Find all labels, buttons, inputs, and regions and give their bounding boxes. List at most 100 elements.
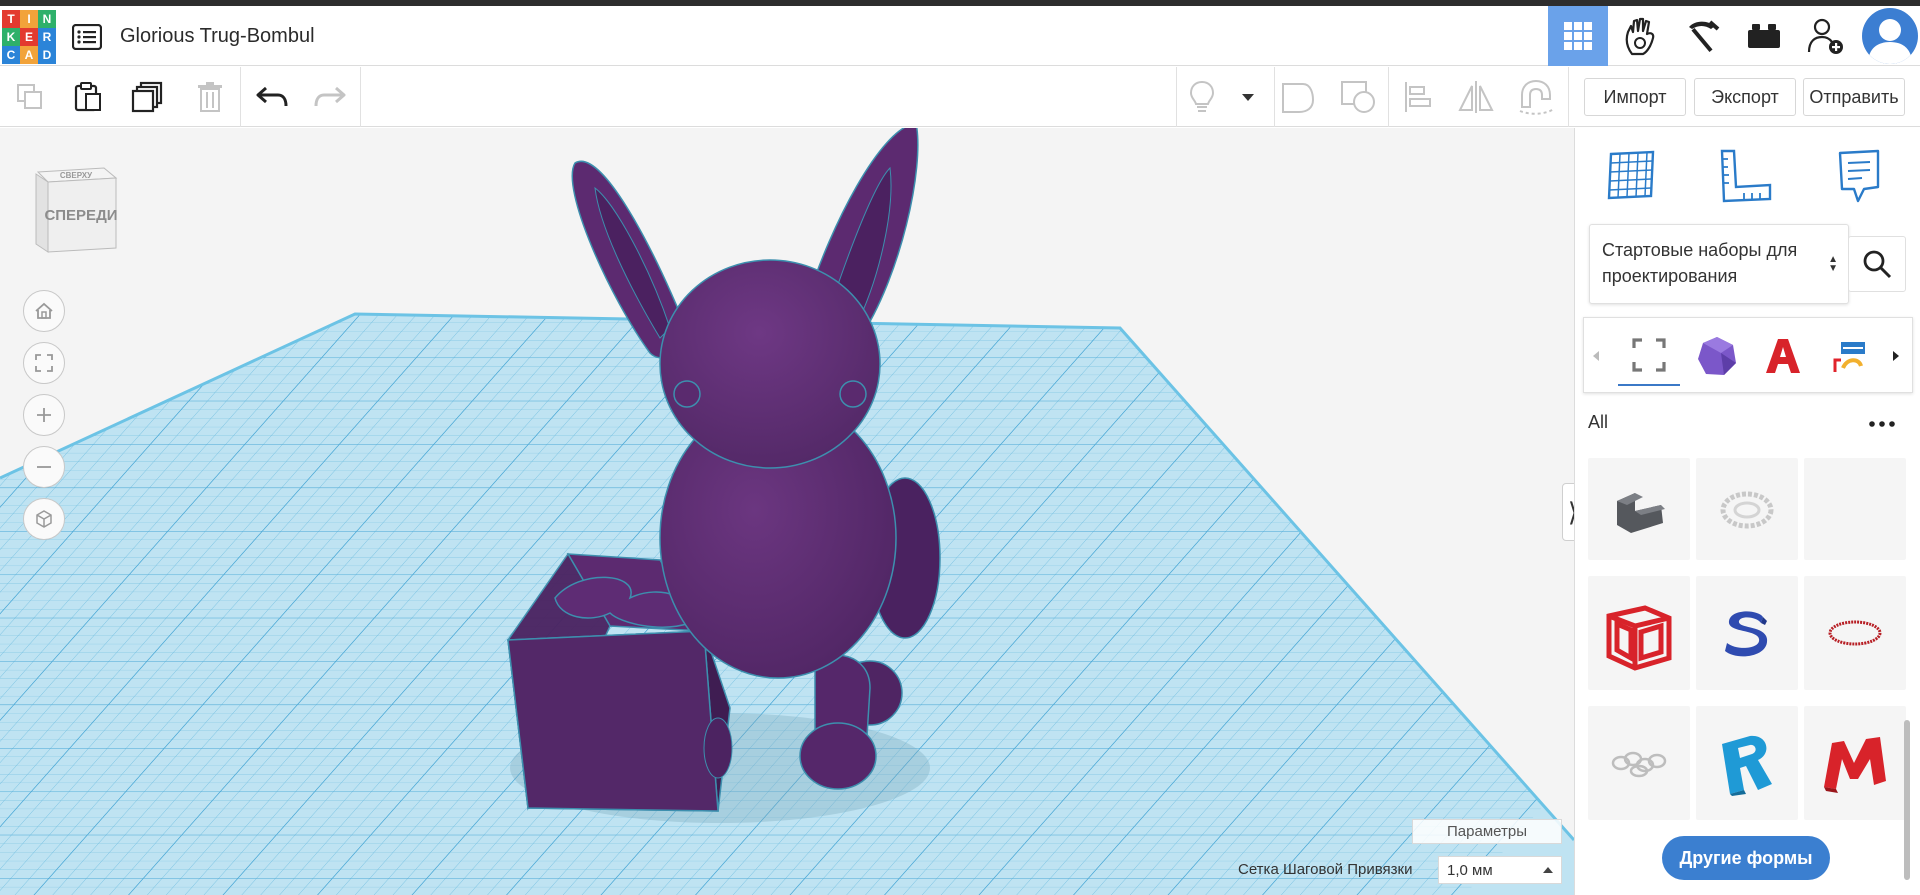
- toolbar-divider: [360, 67, 361, 127]
- toolbar-divider: [240, 67, 241, 127]
- ungroup-icon: [1341, 81, 1375, 113]
- category-prev-button[interactable]: [1584, 326, 1608, 386]
- undo-button[interactable]: [250, 75, 294, 119]
- workplane-button[interactable]: [1601, 146, 1661, 206]
- mode-codeblocks-button[interactable]: [1672, 6, 1732, 66]
- add-user-icon: [1807, 18, 1843, 54]
- notes-button[interactable]: [1829, 146, 1889, 206]
- import-button[interactable]: Импорт: [1584, 78, 1686, 116]
- shape-tile[interactable]: [1588, 706, 1690, 820]
- toolbar-divider: [1176, 67, 1177, 127]
- shape-letter-r: [1722, 735, 1772, 796]
- minus-icon: [37, 466, 51, 468]
- delete-button[interactable]: [188, 75, 232, 119]
- shape-tile[interactable]: [1696, 706, 1798, 820]
- category-next-button[interactable]: [1884, 326, 1908, 386]
- shape-tile[interactable]: [1588, 458, 1690, 560]
- workplane-icon: [1607, 150, 1655, 200]
- home-view-button[interactable]: [23, 290, 65, 332]
- caret-down-icon: [1242, 94, 1254, 101]
- copy-button[interactable]: [8, 75, 52, 119]
- mode-circuits-button[interactable]: [1610, 6, 1670, 66]
- duplicate-button[interactable]: [126, 75, 170, 119]
- logo-letter: D: [38, 46, 56, 64]
- shape-tile[interactable]: [1588, 576, 1690, 690]
- design-list-button[interactable]: [70, 20, 104, 54]
- visibility-dropdown-button[interactable]: [1226, 75, 1270, 119]
- tinkercad-logo[interactable]: T I N K E R C A D: [2, 10, 56, 64]
- perspective-button[interactable]: [23, 498, 65, 540]
- zoom-in-button[interactable]: [23, 394, 65, 436]
- category-tab-all[interactable]: [1618, 326, 1680, 386]
- other-shapes-button[interactable]: Другие формы: [1662, 836, 1830, 880]
- mode-3d-design-button[interactable]: [1548, 6, 1608, 66]
- glove-icon: [1625, 17, 1655, 56]
- note-icon: [1838, 149, 1880, 203]
- copy-icon: [17, 84, 42, 109]
- mode-bricks-button[interactable]: [1734, 6, 1794, 66]
- workplane-viewport[interactable]: СВЕРХУ СПЕРЕДИ Параметры Сетка Шаговой П…: [0, 128, 1574, 895]
- user-avatar[interactable]: [1862, 8, 1918, 64]
- category-tab-connectors[interactable]: [1818, 326, 1880, 386]
- toolbar-divider: [1388, 67, 1389, 127]
- send-button[interactable]: Отправить: [1803, 78, 1905, 116]
- shape-tile[interactable]: [1804, 458, 1906, 560]
- logo-letter: C: [2, 46, 20, 64]
- align-button[interactable]: [1396, 75, 1440, 119]
- search-icon: [1863, 250, 1892, 279]
- home-icon: [35, 302, 53, 319]
- shape-tile[interactable]: [1696, 458, 1798, 560]
- shape-library-select[interactable]: Стартовые наборы для проектирования ▲ ▼: [1589, 224, 1849, 304]
- section-label: All: [1588, 412, 1609, 432]
- view-cube[interactable]: СВЕРХУ СПЕРЕДИ: [30, 160, 120, 260]
- ruler-button[interactable]: [1715, 146, 1775, 206]
- shape-tile[interactable]: [1804, 576, 1906, 690]
- invite-button[interactable]: [1796, 6, 1856, 66]
- ruler-icon: [1720, 149, 1772, 203]
- paste-button[interactable]: [66, 75, 110, 119]
- clipboard-icon: [74, 82, 101, 112]
- snap-grid-label: Сетка Шаговой Привязки: [1238, 861, 1413, 878]
- more-options-button[interactable]: [1864, 412, 1900, 436]
- shape-letter-m: [1824, 737, 1886, 793]
- shape-letter-s: [1725, 611, 1768, 657]
- snap-grid-select[interactable]: 1,0 мм: [1438, 856, 1562, 884]
- group-button[interactable]: [1276, 75, 1320, 119]
- redo-button[interactable]: [308, 75, 352, 119]
- parameters-button[interactable]: Параметры: [1412, 819, 1562, 844]
- shape-tile[interactable]: [1804, 706, 1906, 820]
- trash-icon: [198, 82, 222, 112]
- view-cube-front-label: СПЕРЕДИ: [44, 207, 117, 224]
- panel-scrollbar[interactable]: [1904, 720, 1910, 880]
- panel-collapse-tab[interactable]: ⟩: [1562, 483, 1574, 541]
- view-cube-top-label: СВЕРХУ: [60, 171, 93, 180]
- grid-icon: [1564, 22, 1592, 50]
- list-icon: [72, 24, 102, 50]
- shape-chain: [1611, 751, 1667, 778]
- fit-view-button[interactable]: [23, 342, 65, 384]
- toolbar-divider: [1568, 67, 1569, 127]
- category-tab-basic[interactable]: [1686, 326, 1748, 386]
- magnet-icon: [1519, 79, 1555, 115]
- shape-search-button[interactable]: [1848, 236, 1906, 292]
- fit-icon: [35, 354, 53, 372]
- shape-tile[interactable]: [1696, 576, 1798, 690]
- caret-left-icon: [1593, 351, 1599, 361]
- logo-letter: I: [20, 10, 38, 28]
- mirror-button[interactable]: [1454, 75, 1498, 119]
- ungroup-button[interactable]: [1336, 75, 1380, 119]
- show-all-button[interactable]: [1180, 75, 1224, 119]
- export-button[interactable]: Экспорт: [1694, 78, 1796, 116]
- undo-icon: [256, 86, 288, 107]
- design-title[interactable]: Glorious Trug-Bombul: [120, 25, 315, 48]
- scene-canvas[interactable]: [0, 128, 1574, 895]
- plus-icon: [37, 408, 51, 422]
- logo-letter: N: [38, 10, 56, 28]
- cruise-button[interactable]: [1514, 75, 1558, 119]
- zoom-out-button[interactable]: [23, 446, 65, 488]
- mirror-icon: [1458, 81, 1494, 113]
- logo-letter: K: [2, 28, 20, 46]
- duplicate-icon: [131, 81, 163, 113]
- category-tab-text[interactable]: [1752, 326, 1814, 386]
- cube-icon: [36, 510, 52, 528]
